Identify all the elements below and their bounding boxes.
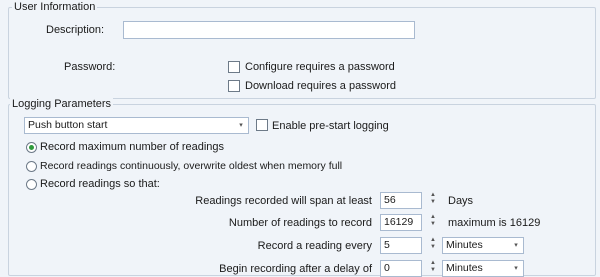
description-field[interactable] [123, 21, 415, 39]
interval-unit-value: Minutes [446, 239, 483, 251]
radio-record-continuously-label[interactable]: Record readings continuously, overwrite … [40, 160, 342, 173]
span-spinner[interactable]: ▲ ▼ [428, 192, 438, 209]
download-password-checkbox[interactable] [228, 80, 240, 92]
delay-input[interactable]: 0 [380, 260, 422, 277]
start-mode-value: Push button start [28, 119, 108, 131]
chevron-down-icon[interactable]: ▾ [509, 238, 523, 253]
spin-up-icon[interactable]: ▲ [428, 237, 438, 244]
radio-record-continuously[interactable] [26, 161, 37, 172]
count-spinner[interactable]: ▲ ▼ [428, 214, 438, 231]
delay-unit-value: Minutes [446, 262, 483, 274]
enable-prestart-label[interactable]: Enable pre-start logging [272, 120, 389, 133]
configure-password-label[interactable]: Configure requires a password [245, 61, 395, 74]
spin-up-icon[interactable]: ▲ [428, 192, 438, 199]
interval-spinner[interactable]: ▲ ▼ [428, 237, 438, 254]
description-label: Description: [46, 24, 105, 36]
delay-unit-combo[interactable]: Minutes ▾ [442, 260, 524, 277]
count-label: Number of readings to record [228, 217, 372, 229]
count-max-text: maximum is 16129 [448, 217, 541, 229]
radio-record-maximum[interactable] [26, 142, 37, 153]
interval-input[interactable]: 5 [380, 237, 422, 254]
spin-down-icon[interactable]: ▼ [428, 267, 438, 274]
spin-up-icon[interactable]: ▲ [428, 214, 438, 221]
chevron-down-icon[interactable]: ▾ [509, 261, 523, 276]
span-input[interactable]: 56 [380, 192, 422, 209]
radio-record-maximum-label[interactable]: Record maximum number of readings [40, 141, 224, 154]
spin-down-icon[interactable]: ▼ [428, 244, 438, 251]
interval-label: Record a reading every [257, 240, 372, 252]
span-label: Readings recorded will span at least [195, 195, 372, 207]
radio-record-so-that-label[interactable]: Record readings so that: [40, 178, 160, 191]
user-information-title: User Information [12, 1, 98, 14]
password-label: Password: [64, 61, 116, 73]
interval-unit-combo[interactable]: Minutes ▾ [442, 237, 524, 254]
chevron-down-icon[interactable]: ▾ [234, 118, 248, 133]
spin-up-icon[interactable]: ▲ [428, 260, 438, 267]
radio-record-so-that[interactable] [26, 179, 37, 190]
count-input[interactable]: 16129 [380, 214, 422, 231]
logging-parameters-title: Logging Parameters [10, 98, 114, 111]
spin-down-icon[interactable]: ▼ [428, 199, 438, 206]
span-unit: Days [448, 195, 474, 207]
configure-password-checkbox[interactable] [228, 61, 240, 73]
start-mode-combo[interactable]: Push button start ▾ [24, 117, 249, 134]
enable-prestart-checkbox[interactable] [256, 119, 268, 131]
delay-spinner[interactable]: ▲ ▼ [428, 260, 438, 277]
spin-down-icon[interactable]: ▼ [428, 221, 438, 228]
download-password-label[interactable]: Download requires a password [245, 80, 396, 93]
delay-label: Begin recording after a delay of [219, 263, 372, 275]
